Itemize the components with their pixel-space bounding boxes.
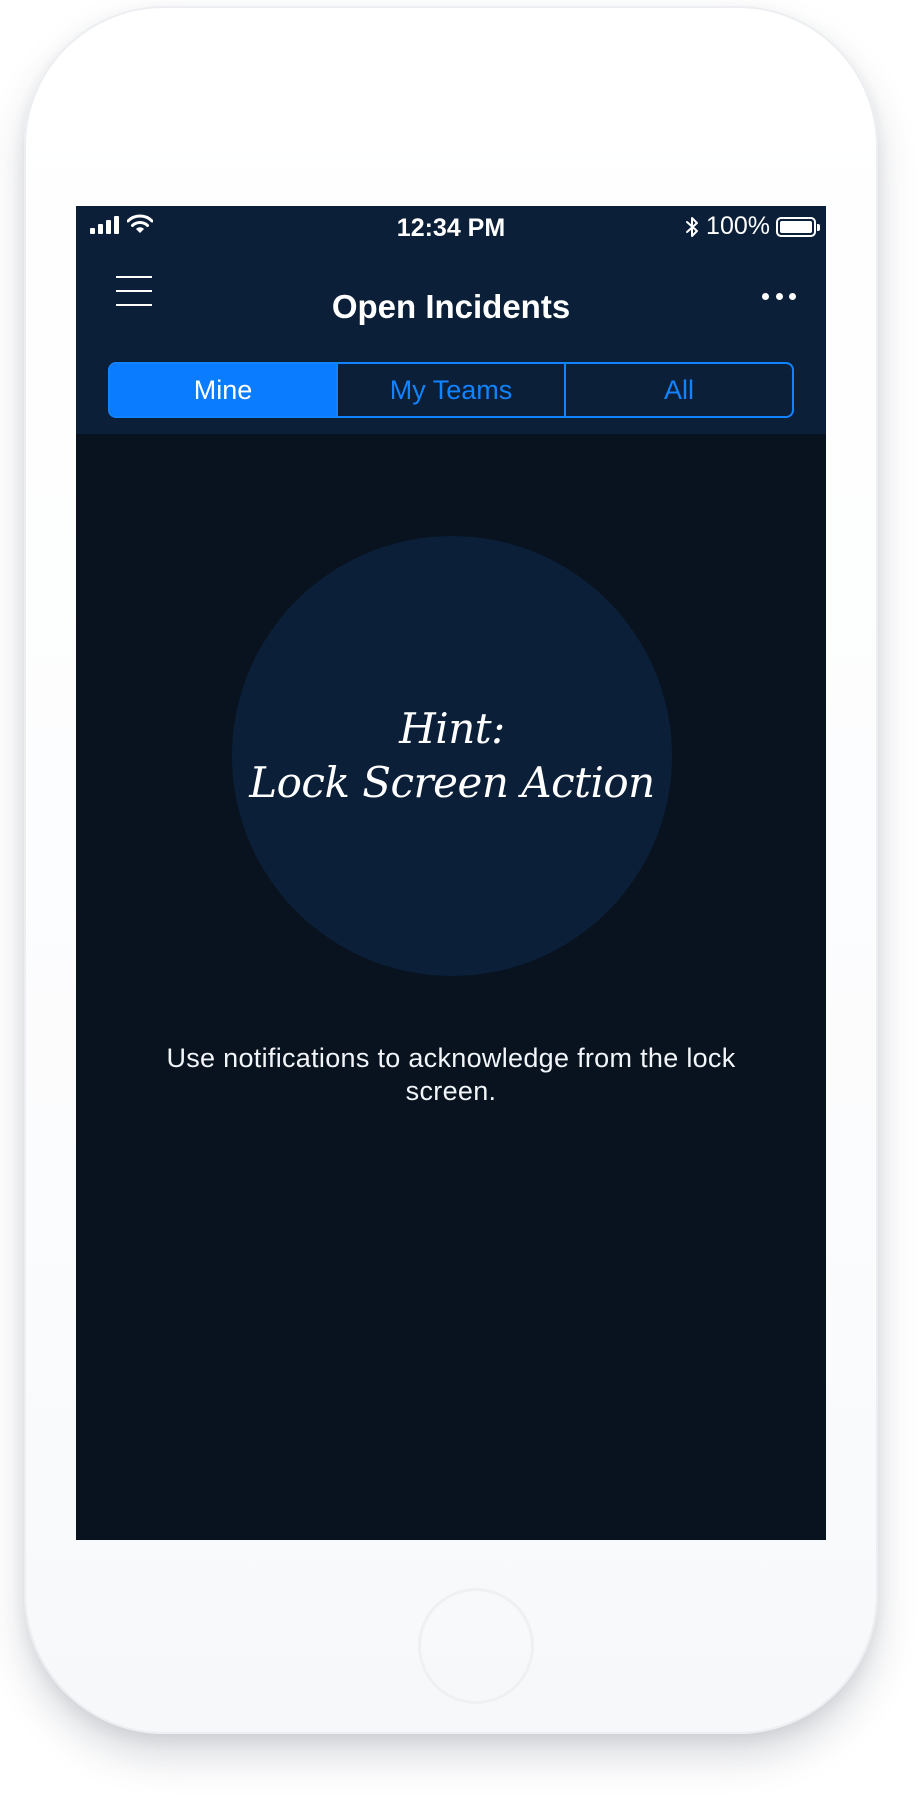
home-button[interactable] [418, 1588, 534, 1704]
hint-text: Hint: Lock Screen Action [249, 702, 655, 810]
tab-my-teams[interactable]: My Teams [336, 364, 564, 416]
status-right: 100% [684, 212, 820, 241]
hint-message: Use notifications to acknowledge from th… [166, 1043, 736, 1106]
bluetooth-icon [686, 216, 699, 237]
tab-all[interactable]: All [564, 364, 792, 416]
battery-icon [776, 216, 820, 237]
hint-circle: Hint: Lock Screen Action [232, 536, 672, 976]
battery-percent: 100% [706, 212, 770, 240]
incident-filter-tabs: Mine My Teams All [108, 362, 794, 418]
more-options-icon[interactable] [762, 286, 796, 306]
status-bar: 12:34 PM 100% [76, 206, 826, 246]
hint-title: Hint: [399, 704, 505, 753]
page: 12:34 PM 100% Open Incidents Mine My Tea… [0, 0, 924, 1804]
header: 12:34 PM 100% Open Incidents Mine My Tea… [76, 206, 826, 434]
page-title: Open Incidents [331, 288, 571, 325]
app-screen: 12:34 PM 100% Open Incidents Mine My Tea… [76, 206, 826, 1540]
hint-subtitle: Lock Screen Action [249, 758, 655, 807]
tab-mine[interactable]: Mine [110, 364, 336, 416]
